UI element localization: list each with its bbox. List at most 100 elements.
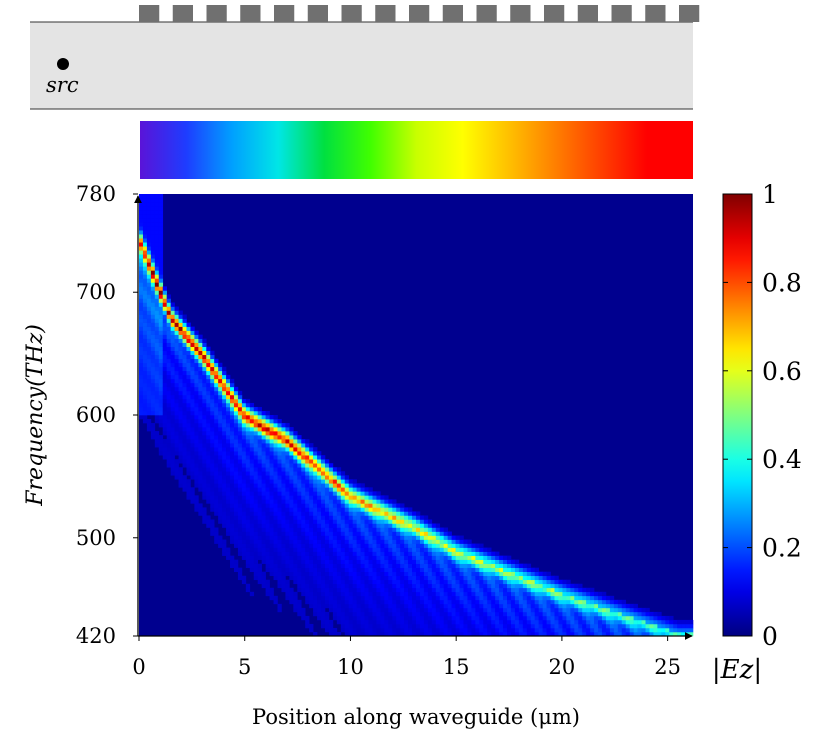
heatmap-cell bbox=[249, 511, 255, 516]
heatmap-cell bbox=[447, 551, 452, 556]
heatmap-cell bbox=[190, 382, 195, 388]
heatmap-cell bbox=[431, 591, 437, 597]
grating-tooth bbox=[409, 5, 430, 22]
heatmap-cell bbox=[273, 535, 278, 540]
heatmap-cell bbox=[249, 419, 255, 424]
heatmap-cell bbox=[313, 503, 318, 508]
heatmap-cell bbox=[218, 459, 223, 464]
heatmap-cell bbox=[400, 623, 405, 629]
heatmap-cell bbox=[285, 455, 290, 460]
heatmap-cell bbox=[139, 302, 144, 307]
heatmap-cell bbox=[336, 487, 342, 492]
heatmap-cell bbox=[380, 507, 385, 512]
heatmap-cell bbox=[301, 559, 306, 564]
heatmap-cell bbox=[202, 507, 207, 512]
heatmap-cell bbox=[245, 547, 251, 552]
heatmap-cell bbox=[400, 523, 405, 528]
heatmap-cell bbox=[332, 491, 338, 496]
heatmap-cell bbox=[253, 475, 259, 480]
heatmap-cell bbox=[408, 559, 413, 564]
heatmap-cell bbox=[277, 439, 282, 444]
heatmap-cell bbox=[455, 563, 460, 568]
heatmap-cell bbox=[479, 555, 484, 560]
heatmap-cell bbox=[237, 551, 243, 556]
heatmap-cell bbox=[139, 334, 144, 339]
heatmap-cell bbox=[281, 523, 286, 528]
heatmap-cell bbox=[447, 611, 452, 617]
heatmap-cell bbox=[605, 627, 611, 633]
heatmap-cell bbox=[146, 358, 152, 364]
heatmap-cell bbox=[269, 455, 274, 460]
heatmap-cell bbox=[162, 350, 167, 356]
heatmap-cell bbox=[142, 262, 148, 267]
heatmap-cell bbox=[142, 398, 148, 404]
heatmap-cell bbox=[491, 627, 496, 633]
heatmap-cell bbox=[297, 435, 302, 440]
heatmap-cell bbox=[321, 531, 326, 536]
heatmap-cell bbox=[198, 419, 203, 424]
heatmap-cell bbox=[269, 423, 274, 428]
heatmap-cell bbox=[146, 278, 152, 283]
heatmap-cell bbox=[154, 406, 160, 412]
heatmap-cell bbox=[340, 535, 346, 540]
heatmap-cell bbox=[289, 503, 294, 508]
heatmap-cell bbox=[233, 559, 239, 564]
heatmap-cell bbox=[352, 539, 357, 544]
heatmap-cell bbox=[404, 627, 409, 633]
heatmap-cell bbox=[574, 599, 579, 605]
heatmap-cell bbox=[289, 563, 294, 568]
heatmap-cell bbox=[313, 459, 318, 464]
heatmap-cell bbox=[230, 435, 235, 440]
heatmap-cell bbox=[376, 551, 381, 556]
heatmap-cell bbox=[364, 507, 369, 512]
heatmap-cell bbox=[178, 402, 183, 408]
heatmap-cell bbox=[237, 523, 243, 528]
heatmap-cell bbox=[206, 471, 211, 476]
heatmap-cell bbox=[471, 607, 476, 613]
heatmap-cell bbox=[495, 607, 500, 613]
heatmap-cell bbox=[301, 579, 306, 585]
heatmap-cell bbox=[281, 439, 286, 444]
heatmap-cell bbox=[384, 619, 389, 625]
heatmap-cell bbox=[186, 330, 191, 335]
heatmap-cell bbox=[463, 563, 468, 568]
grating-tooth bbox=[645, 5, 666, 22]
heatmap-cell bbox=[368, 535, 373, 540]
heatmap-cell bbox=[491, 579, 496, 585]
heatmap-cell bbox=[447, 571, 452, 577]
heatmap-cell bbox=[233, 451, 239, 456]
heatmap-cell bbox=[166, 423, 171, 428]
heatmap-cell bbox=[261, 483, 266, 488]
heatmap-cell bbox=[202, 342, 207, 347]
heatmap-cell bbox=[182, 346, 187, 352]
heatmap-cell bbox=[281, 563, 286, 568]
heatmap-cell bbox=[162, 302, 167, 307]
heatmap-cell bbox=[170, 443, 175, 448]
heatmap-cell bbox=[154, 366, 160, 372]
heatmap-cell bbox=[332, 571, 338, 577]
heatmap-cell bbox=[376, 607, 381, 613]
heatmap-cell bbox=[404, 535, 409, 540]
heatmap-cell bbox=[261, 583, 266, 589]
heatmap-cell bbox=[412, 531, 417, 536]
heatmap-cell bbox=[388, 551, 393, 556]
heatmap-cell bbox=[368, 507, 373, 512]
heatmap-cell bbox=[534, 623, 539, 629]
heatmap-cell bbox=[237, 423, 243, 428]
heatmap-cell bbox=[459, 623, 464, 629]
heatmap-cell bbox=[241, 423, 247, 428]
heatmap-cell bbox=[419, 519, 425, 524]
heatmap-cell bbox=[653, 619, 658, 625]
heatmap-cell bbox=[372, 615, 377, 621]
heatmap-cell bbox=[237, 495, 243, 500]
heatmap-cell bbox=[435, 555, 441, 560]
heatmap-cell bbox=[222, 459, 227, 464]
heatmap-cell bbox=[423, 575, 429, 581]
heatmap-cell bbox=[412, 575, 417, 581]
heatmap-cell bbox=[150, 338, 156, 343]
heatmap-cell bbox=[233, 447, 239, 452]
heatmap-cell bbox=[305, 515, 310, 520]
heatmap-cell bbox=[598, 591, 603, 597]
heatmap-cell bbox=[293, 563, 298, 568]
heatmap-cell bbox=[297, 479, 302, 484]
